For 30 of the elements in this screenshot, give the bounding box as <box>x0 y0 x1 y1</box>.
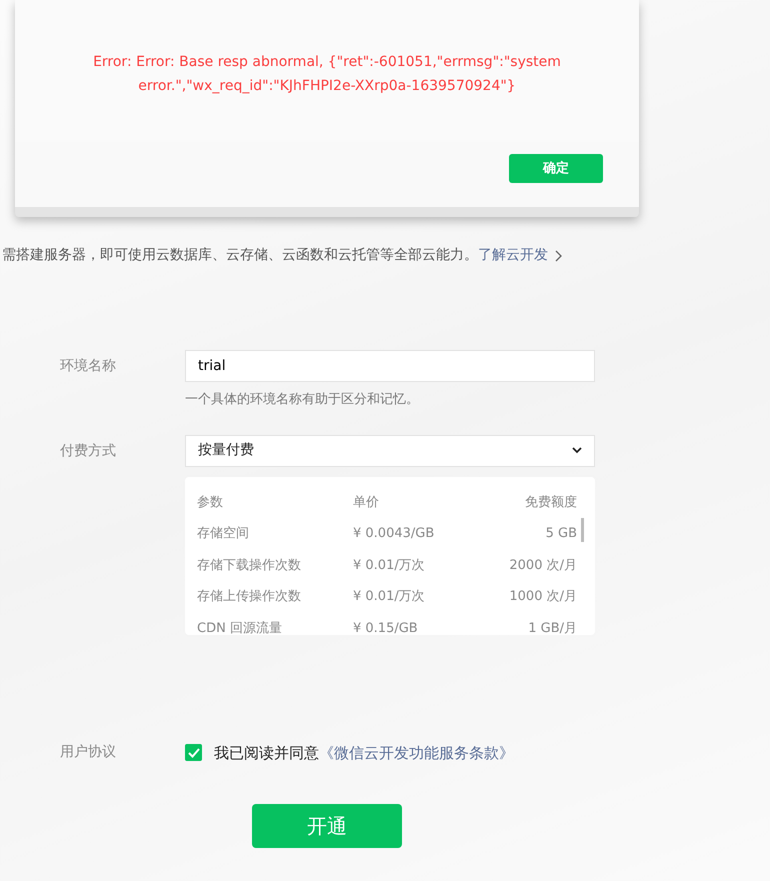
table-cell-text: ¥ 0.01/万次 <box>353 556 426 574</box>
learn-more-link[interactable]: 了解云开发 <box>478 245 548 266</box>
error-message: Error: Error: Base resp abnormal, {"ret":-601051,"errmsg":"system error.","wx_req_id":"KJhFHPI2e-XXrp0a-1639570924"} <box>93 54 561 94</box>
scrollbar[interactable] <box>581 518 584 542</box>
table-cell-text: 2000 次/月 <box>509 556 577 574</box>
table-cell-text: CDN 回源流量 <box>197 620 283 634</box>
chevron-down-icon <box>572 447 582 454</box>
agreement-text: 我已阅读并同意 <box>214 744 319 762</box>
table-cell-text: 存储上传操作次数 <box>197 588 302 606</box>
payment-select[interactable]: 按量付费 <box>185 434 595 466</box>
hint-text: 一个具体的环境名称有助于区分和记忆。 <box>185 391 420 409</box>
column-header: 参数 <box>197 494 224 512</box>
field-label: 用户协议 <box>60 744 116 760</box>
table-cell-text: 5 GB <box>546 525 577 543</box>
field-label: 环境名称 <box>60 358 116 374</box>
column-header: 单价 <box>353 494 380 512</box>
table-cell-text: 1000 次/月 <box>509 588 577 606</box>
agreement-checkbox[interactable] <box>185 744 202 762</box>
table-cell-text: 存储空间 <box>197 525 250 543</box>
table-cell-text: 1 GB/月 <box>528 620 577 634</box>
chevron-right-icon <box>555 250 563 262</box>
field-label: 付费方式 <box>60 442 116 458</box>
column-header: 免费额度 <box>525 494 577 512</box>
terms-link[interactable]: 《微信云开发功能服务条款》 <box>319 744 514 762</box>
table-cell-text: ¥ 0.0043/GB <box>353 525 436 543</box>
table-cell-text: ¥ 0.15/GB <box>353 620 419 634</box>
table-cell-text: ¥ 0.01/万次 <box>353 588 426 606</box>
input-field[interactable]: trial <box>185 350 595 382</box>
table-cell-text: 存储下载操作次数 <box>197 556 302 574</box>
intro-text: 需搭建服务器，即可使用云数据库、云存储、云函数和云托管等全部云能力。 <box>2 246 478 265</box>
